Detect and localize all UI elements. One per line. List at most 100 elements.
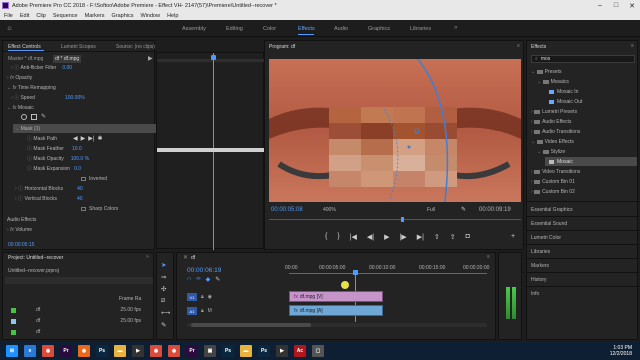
menu-file[interactable]: File xyxy=(4,13,13,19)
eye-icon[interactable]: ◉ xyxy=(208,294,212,300)
workspace-assembly[interactable]: Assembly xyxy=(182,20,206,37)
tree-item-stylize[interactable]: ⌄ Stylize xyxy=(537,147,565,157)
effect-controls-timecode[interactable]: 00:00:05:15 xyxy=(8,242,34,248)
close-tab-icon[interactable]: ✕ xyxy=(183,254,188,261)
project-title[interactable]: Project: Untitled--recover xyxy=(8,255,63,261)
export-frame-icon[interactable]: ◘ xyxy=(466,233,470,241)
project-item[interactable]: df 25.00 fps xyxy=(3,305,153,315)
program-monitor-title[interactable]: Program: df xyxy=(269,44,295,50)
more-workspaces-icon[interactable]: » xyxy=(454,25,457,31)
track-target-a1[interactable]: A1 xyxy=(187,307,197,315)
taskbar-chrome2-icon[interactable]: ◉ xyxy=(150,344,162,357)
inverted-checkbox[interactable] xyxy=(81,176,86,181)
taskbar-firefox-icon[interactable]: ◉ xyxy=(78,344,90,357)
ellipse-mask-icon[interactable] xyxy=(21,114,27,120)
master-clip-label[interactable]: Master * df.mpg xyxy=(8,56,43,62)
program-playhead-marker[interactable] xyxy=(401,217,404,222)
selection-tool-icon[interactable]: ➤ xyxy=(161,261,170,269)
pen-tool-icon[interactable]: ✎ xyxy=(161,321,170,329)
minimize-button[interactable]: – xyxy=(592,0,608,11)
workspace-color[interactable]: Color xyxy=(263,20,276,37)
section-essential-graphics[interactable]: Essential Graphics xyxy=(531,207,573,213)
maximize-button[interactable]: □ xyxy=(608,0,624,11)
tree-item-mosaic-out[interactable]: Mosaic Out xyxy=(549,97,582,107)
project-item[interactable]: df xyxy=(3,327,153,337)
tree-item-mosaic-in[interactable]: Mosaic In xyxy=(549,87,578,97)
tree-item-audio-transitions[interactable]: › Audio Transitions xyxy=(531,127,580,137)
panel-menu-icon[interactable]: » xyxy=(146,254,149,260)
razor-tool-icon[interactable]: ⧄ xyxy=(161,297,170,305)
section-markers[interactable]: Markers xyxy=(531,263,549,269)
effects-search-input[interactable]: mos xyxy=(541,56,550,62)
timeline-timecode[interactable]: 00:00:06:19 xyxy=(187,267,221,274)
taskbar-premiere-icon[interactable]: Pr xyxy=(60,344,72,357)
taskbar-photoshop3-icon[interactable]: Ps xyxy=(258,344,270,357)
tab-lumetri-scopes[interactable]: Lumetri Scopes xyxy=(61,44,96,50)
mask-settings-icon[interactable]: ✱ xyxy=(97,135,102,142)
program-scrub-bar[interactable] xyxy=(269,217,521,223)
tree-item-custom-bin-01[interactable]: › Custom Bin 01 xyxy=(531,177,575,187)
mute-icon[interactable]: M xyxy=(208,308,212,314)
add-marker-icon[interactable]: ◆ xyxy=(206,276,211,283)
program-playhead-timecode[interactable]: 00:00:05:08 xyxy=(271,207,303,213)
timeline-settings-icon[interactable]: ✎ xyxy=(215,276,220,283)
button-editor-icon[interactable]: + xyxy=(511,233,515,240)
track-mask-step-icon[interactable]: ▶| xyxy=(88,135,94,142)
close-button[interactable]: ✕ xyxy=(624,0,640,11)
effects-search[interactable]: ⌕ mos xyxy=(531,55,635,63)
section-libraries[interactable]: Libraries xyxy=(531,249,550,255)
timeline-scrollbar[interactable] xyxy=(187,323,487,327)
tree-item-mosaic[interactable]: Mosaic xyxy=(549,157,573,167)
taskbar-media2-icon[interactable]: ▶ xyxy=(276,344,288,357)
menu-window[interactable]: Window xyxy=(141,13,161,19)
sharp-colors-checkbox[interactable] xyxy=(81,206,86,211)
section-lumetri-color[interactable]: Lumetri Color xyxy=(531,235,561,241)
taskbar-start-icon[interactable]: ⊞ xyxy=(6,344,18,357)
mark-in-icon[interactable]: { xyxy=(325,233,327,241)
step-back-icon[interactable]: ◀| xyxy=(367,233,374,241)
go-to-out-icon[interactable]: ▶| xyxy=(417,233,424,241)
tree-item-audio-effects[interactable]: › Audio Effects xyxy=(531,117,571,127)
menu-graphics[interactable]: Graphics xyxy=(112,13,134,19)
video-clip[interactable]: fx df.mpg [V] xyxy=(289,291,383,302)
audio-clip[interactable]: fx df.mpg [A] xyxy=(289,305,383,316)
lift-icon[interactable]: ⇧ xyxy=(434,233,440,241)
workspace-editing[interactable]: Editing xyxy=(226,20,243,37)
linked-selection-icon[interactable]: ∞ xyxy=(196,276,200,283)
column-frame-rate[interactable]: Frame Ra xyxy=(119,296,141,302)
track-target-v1[interactable]: V1 xyxy=(187,293,197,301)
play-icon[interactable]: ▶ xyxy=(384,233,389,241)
tree-item-lumetri-presets[interactable]: › Lumetri Presets xyxy=(531,107,577,117)
taskbar-photoshop-icon[interactable]: Ps xyxy=(96,344,108,357)
timeline-ruler[interactable]: 00:00 00:00:05:00 00:00:10:00 00:00:15:0… xyxy=(285,265,489,277)
taskbar-premiere2-icon[interactable]: Pr xyxy=(186,344,198,357)
lock-icon[interactable]: 🔒︎ xyxy=(201,294,204,300)
tree-item-custom-bin-02[interactable]: › Custom Bin 02 xyxy=(531,187,575,197)
track-select-tool-icon[interactable]: ⇒ xyxy=(161,273,170,281)
pen-mask-icon[interactable]: ✎ xyxy=(41,114,46,120)
section-info[interactable]: Info xyxy=(531,291,539,297)
taskbar-media-icon[interactable]: ▶ xyxy=(132,344,144,357)
slip-tool-icon[interactable]: ⟷ xyxy=(161,309,170,317)
section-essential-sound[interactable]: Essential Sound xyxy=(531,221,567,227)
project-item[interactable]: df 25.00 fps xyxy=(3,316,153,326)
menu-sequence[interactable]: Sequence xyxy=(53,13,78,19)
video-frame[interactable] xyxy=(269,59,521,202)
tree-item-presets[interactable]: ⌄ Presets xyxy=(531,67,562,77)
taskbar-folder2-icon[interactable]: ▬ xyxy=(240,344,252,357)
tree-item-video-transitions[interactable]: › Video Transitions xyxy=(531,167,580,177)
go-to-in-icon[interactable]: |◀ xyxy=(350,233,357,241)
workspace-libraries[interactable]: Libraries xyxy=(410,20,431,37)
taskbar-acrobat-icon[interactable]: Ac xyxy=(294,344,306,357)
snap-icon[interactable]: ∩ xyxy=(187,276,191,283)
timeline-playhead-handle[interactable] xyxy=(353,270,358,275)
taskbar-chrome3-icon[interactable]: ◉ xyxy=(168,344,180,357)
sequence-tab[interactable]: df xyxy=(191,255,195,261)
panel-menu-icon[interactable]: ≡ xyxy=(487,254,490,260)
mark-out-icon[interactable]: } xyxy=(337,233,339,241)
taskbar-app-icon[interactable]: ▢ xyxy=(312,344,324,357)
effect-controls-timeline[interactable] xyxy=(156,52,265,250)
track-mask-backward-icon[interactable]: ◀ xyxy=(73,135,78,142)
panel-menu-icon[interactable]: ≡ xyxy=(631,43,634,49)
playback-resolution-dropdown[interactable]: Full xyxy=(427,207,435,213)
